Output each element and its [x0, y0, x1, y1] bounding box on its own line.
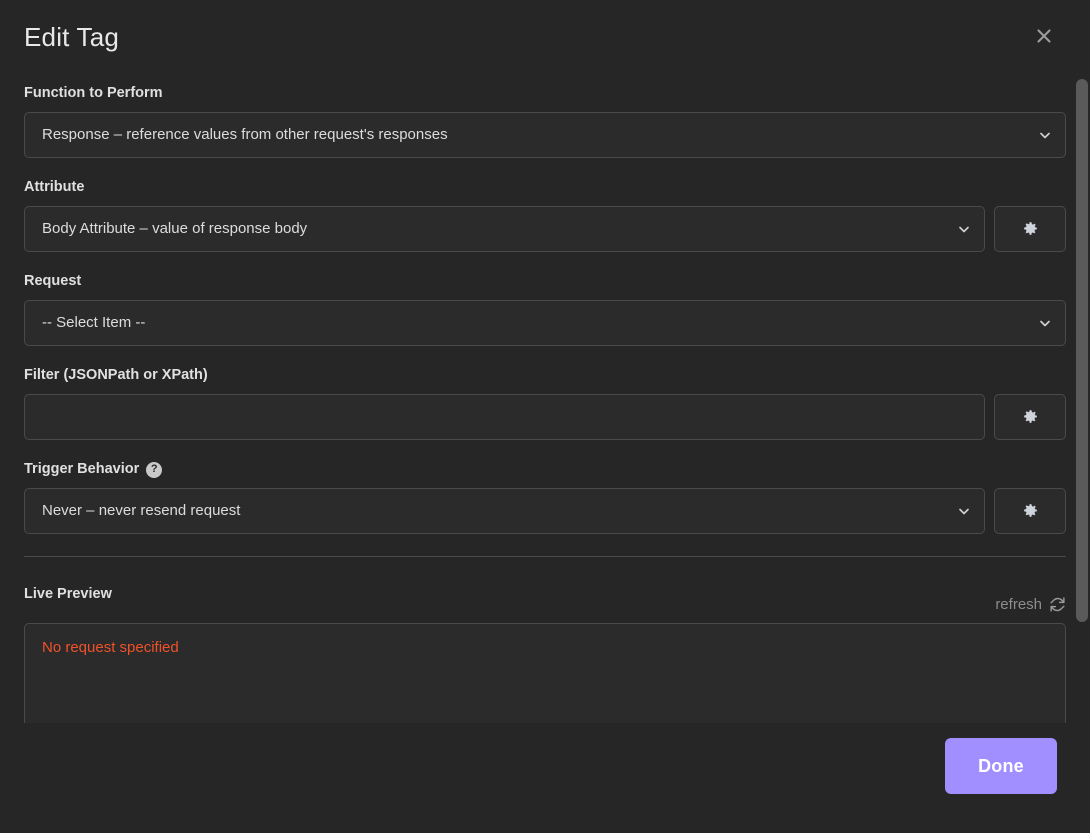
- live-preview-error: No request specified: [42, 638, 179, 656]
- body-scrollbar-thumb[interactable]: [1076, 79, 1088, 622]
- refresh-icon: [1049, 596, 1066, 613]
- filter-input[interactable]: [24, 393, 985, 440]
- attribute-settings-button[interactable]: [994, 205, 1066, 252]
- field-label-trigger-behavior: Trigger Behavior: [24, 460, 140, 477]
- field-function-to-perform: Function to Perform Response – reference…: [24, 85, 1066, 158]
- dialog-footer: Done: [0, 723, 1090, 833]
- edit-tag-dialog: Edit Tag Function to Perform Response – …: [0, 0, 1090, 833]
- trigger-behavior-settings-button[interactable]: [994, 487, 1066, 534]
- dialog-header: Edit Tag: [0, 0, 1090, 72]
- refresh-label: refresh: [995, 595, 1042, 613]
- request-select-wrap: -- Select Item --: [24, 299, 1066, 346]
- live-preview-label: Live Preview: [24, 585, 112, 602]
- field-live-preview: Live Preview refresh No request specifie…: [24, 585, 1066, 723]
- field-trigger-behavior: Trigger Behavior ? Never – never resend …: [24, 460, 1066, 534]
- dialog-body: Function to Perform Response – reference…: [0, 72, 1090, 723]
- field-label-attribute: Attribute: [24, 178, 85, 195]
- dialog-title: Edit Tag: [24, 22, 120, 52]
- control-row-attribute: Body Attribute – value of response body: [24, 205, 1066, 252]
- trigger-behavior-select[interactable]: Never – never resend request: [24, 487, 985, 534]
- field-filter: Filter (JSONPath or XPath): [24, 366, 1066, 440]
- function-select[interactable]: Response – reference values from other r…: [24, 111, 1066, 158]
- gear-icon: [1022, 408, 1039, 425]
- trigger-behavior-label-row: Trigger Behavior ?: [24, 460, 1066, 478]
- function-select-wrap: Response – reference values from other r…: [24, 111, 1066, 158]
- control-row-trigger-behavior: Never – never resend request: [24, 487, 1066, 534]
- filter-settings-button[interactable]: [994, 393, 1066, 440]
- done-button[interactable]: Done: [945, 738, 1057, 794]
- field-label-function-to-perform: Function to Perform: [24, 85, 163, 101]
- body-scrollbar-track[interactable]: [1072, 72, 1090, 723]
- control-row-request: -- Select Item --: [24, 299, 1066, 346]
- control-row-function: Response – reference values from other r…: [24, 111, 1066, 158]
- attribute-select[interactable]: Body Attribute – value of response body: [24, 205, 985, 252]
- live-preview-header: Live Preview refresh: [24, 585, 1066, 613]
- control-row-filter: [24, 393, 1066, 440]
- field-label-filter: Filter (JSONPath or XPath): [24, 366, 208, 383]
- live-preview-box: No request specified: [24, 622, 1066, 723]
- field-attribute: Attribute Body Attribute – value of resp…: [24, 178, 1066, 252]
- field-request: Request -- Select Item --: [24, 272, 1066, 346]
- gear-icon: [1022, 502, 1039, 519]
- filter-input-wrap: [24, 393, 985, 440]
- field-label-request: Request: [24, 272, 82, 289]
- request-select[interactable]: -- Select Item --: [24, 299, 1066, 346]
- help-icon[interactable]: ?: [146, 461, 163, 478]
- section-divider: [24, 555, 1066, 557]
- attribute-select-wrap: Body Attribute – value of response body: [24, 205, 985, 252]
- gear-icon: [1022, 220, 1039, 237]
- refresh-button[interactable]: refresh: [995, 596, 1066, 613]
- trigger-behavior-select-wrap: Never – never resend request: [24, 487, 985, 534]
- close-icon[interactable]: [1026, 18, 1062, 54]
